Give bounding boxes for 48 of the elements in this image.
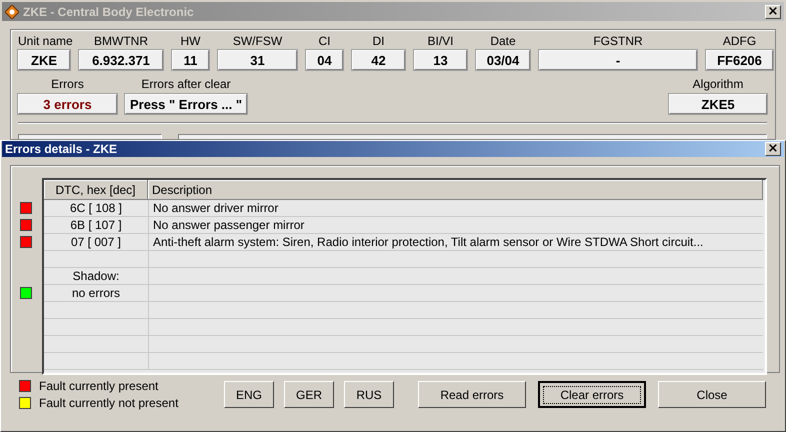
value-field: 6.932.371 [79, 50, 163, 70]
field-label: FGSTNR [592, 34, 644, 48]
value-field: - [539, 50, 697, 70]
value-field: Press " Errors ... " [125, 94, 247, 114]
field-label: BI/VI [426, 34, 454, 48]
button[interactable]: RUS [344, 381, 394, 408]
button[interactable]: ENG [224, 381, 274, 408]
field-label: SW/FSW [232, 34, 284, 48]
value-field: ZKE5 [669, 94, 767, 114]
field-label: BMWTNR [93, 34, 149, 48]
app-icon [5, 4, 19, 18]
value-field: 31 [218, 50, 297, 70]
field-label: Algorithm [692, 77, 744, 91]
value-field: 13 [414, 50, 467, 70]
button[interactable]: Read errors [418, 381, 526, 408]
value-field: 04 [306, 50, 343, 70]
field-label: Errors after clear [140, 77, 232, 91]
table-cell: 07 [ 007 ] [70, 235, 122, 249]
value-field: FF6206 [706, 50, 773, 70]
table-cell: No answer driver mirror [153, 201, 278, 215]
field-label: Errors [50, 77, 85, 91]
table-cell: No answer passenger mirror [153, 218, 304, 232]
value-field: 11 [172, 50, 209, 70]
value-field: ZKE [18, 50, 70, 70]
table-cell: 6B [ 107 ] [70, 218, 122, 232]
field-label: DI [372, 34, 386, 48]
value-field: 42 [352, 50, 405, 70]
button[interactable]: GER [284, 381, 334, 408]
window-title: ZKE - Central Body Electronic [23, 4, 195, 18]
window-title: Errors details - ZKE [5, 142, 118, 156]
legend-label: Fault currently not present [39, 396, 178, 410]
table-cell: no errors [72, 286, 120, 300]
button[interactable]: Close [658, 381, 766, 408]
value-field: 03/04 [476, 50, 530, 70]
field-label: ADFG [722, 34, 758, 48]
column-header[interactable]: DTC, hex [dec] [44, 180, 148, 199]
field-label: CI [318, 34, 332, 48]
table-cell: Anti-theft alarm system: Siren, Radio interior protection, Tilt alarm sensor or Wire STDWA Short circuit... [153, 235, 704, 249]
table-cell: Shadow: [72, 269, 120, 283]
field-label: Unit name [18, 34, 70, 48]
column-header[interactable]: Description [148, 180, 763, 199]
button[interactable]: Clear errors [538, 381, 646, 408]
field-label: Date [489, 34, 517, 48]
table-cell: 6C [ 108 ] [70, 201, 122, 215]
field-label: HW [180, 34, 202, 48]
value-field: 3 errors [18, 94, 117, 114]
close-button[interactable]: × [765, 142, 781, 156]
legend-label: Fault currently present [39, 379, 158, 393]
